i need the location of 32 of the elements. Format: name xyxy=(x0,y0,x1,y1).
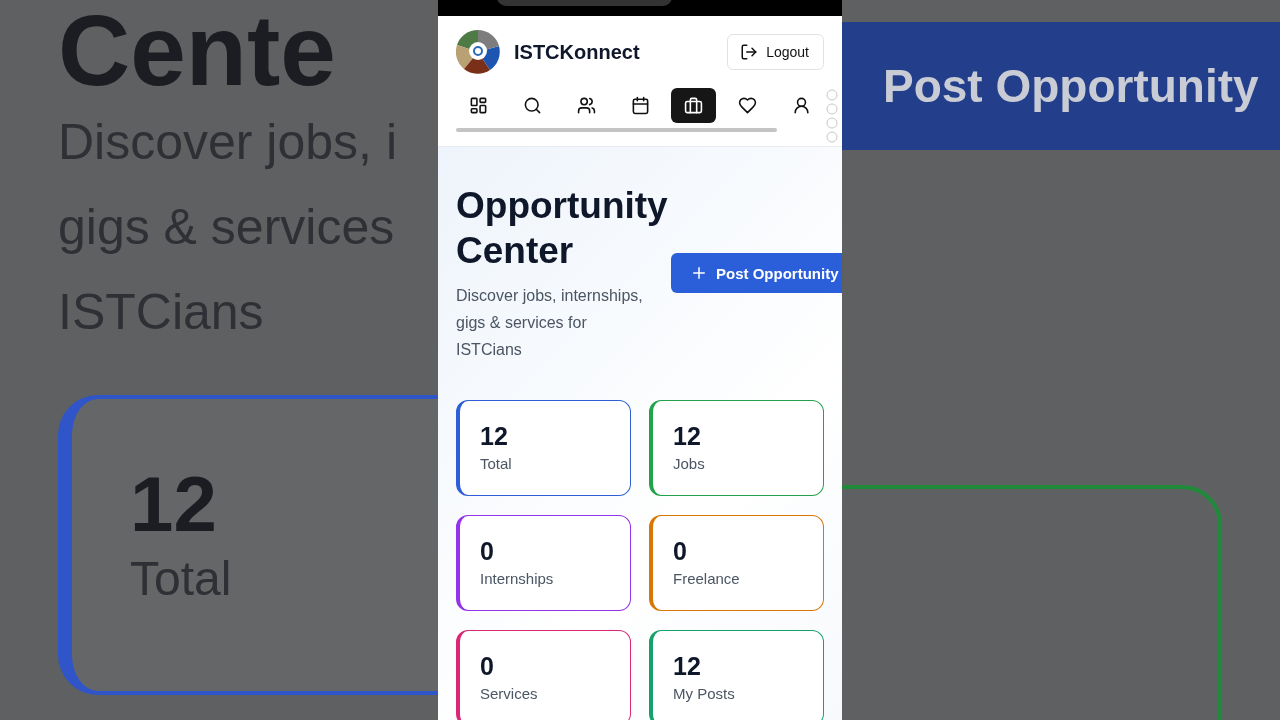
stat-label: Freelance xyxy=(673,569,740,589)
logout-icon xyxy=(740,43,759,61)
person-icon xyxy=(792,96,812,115)
scroll-indicator-icon xyxy=(826,89,838,145)
stat-value: 0 xyxy=(480,536,494,566)
stat-value: 0 xyxy=(480,651,494,681)
stat-label: Services xyxy=(480,684,538,704)
page-subtitle: Discover jobs, internships, gigs & services for ISTCians xyxy=(456,286,644,360)
app-title: ISTCKonnect xyxy=(514,40,641,64)
page-title: Opportunity Center xyxy=(456,184,669,273)
heart-icon xyxy=(738,96,758,115)
calendar-icon xyxy=(630,96,650,115)
logo-icon xyxy=(456,30,500,74)
stat-label: Jobs xyxy=(673,454,705,474)
stat-label: Internships xyxy=(480,569,554,589)
stat-value: 12 xyxy=(480,421,508,451)
briefcase-icon xyxy=(684,96,704,115)
stat-value: 12 xyxy=(130,459,217,549)
stat-label: Total xyxy=(480,454,512,474)
stat-value: 12 xyxy=(673,651,701,681)
people-icon xyxy=(576,96,596,115)
post-opportunity-button[interactable]: Post Opportunity xyxy=(671,253,842,293)
logout-button[interactable]: Logout xyxy=(727,34,824,70)
search-icon xyxy=(522,96,542,115)
grid-icon xyxy=(468,96,488,115)
stat-label: My Posts xyxy=(673,684,735,704)
nav-tab[interactable] xyxy=(671,88,717,123)
stat-value: 12 xyxy=(673,421,701,451)
stat-label: Total xyxy=(130,551,232,607)
heading: Cente xyxy=(58,0,336,100)
stat-value: 0 xyxy=(673,536,687,566)
plus-icon xyxy=(690,264,708,282)
